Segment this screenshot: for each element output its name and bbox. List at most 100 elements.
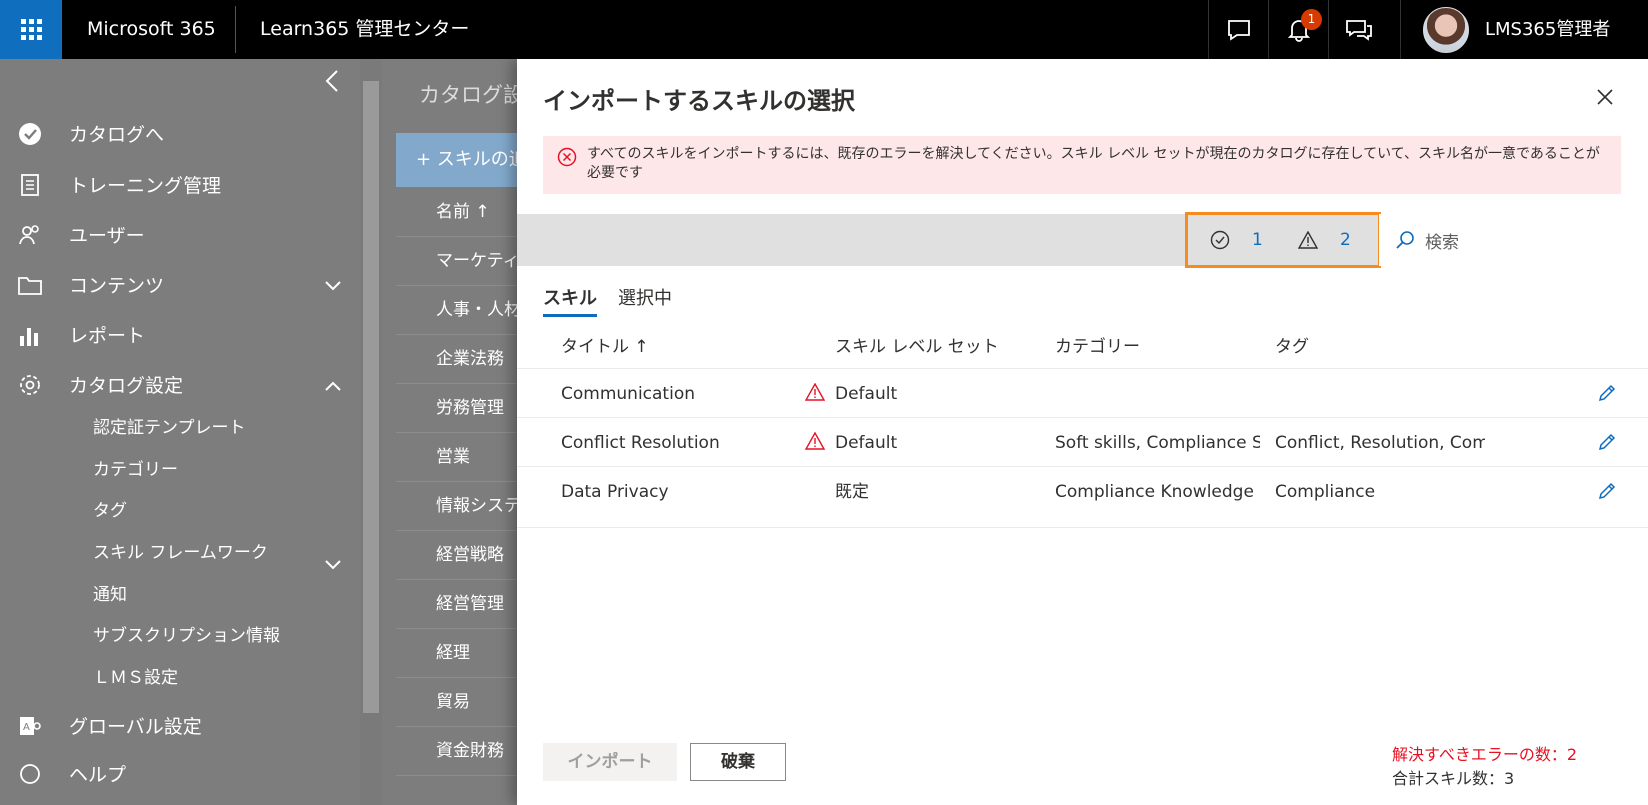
column-header-category[interactable]: カテゴリー	[1055, 325, 1140, 369]
column-header-title[interactable]: タイトル ↑	[561, 325, 649, 369]
avatar	[1423, 7, 1469, 53]
search-box[interactable]: 検索	[1379, 214, 1648, 266]
user-name: LMS365管理者	[1485, 19, 1611, 40]
warning-filter-button[interactable]: 2	[1298, 230, 1351, 250]
list-item[interactable]: 資金財務	[396, 726, 517, 776]
catalog-settings-page: カタログ設定 + スキルの追加 名前 ↑ マーケティング 人事・人材 企業法務 …	[382, 59, 517, 805]
list-item[interactable]: 経営戦略	[396, 530, 517, 580]
list-item[interactable]: マーケティング	[396, 236, 517, 286]
panel-title: インポートするスキルの選択	[543, 87, 855, 115]
table-end-divider	[517, 527, 1648, 528]
close-icon	[1597, 89, 1613, 105]
nav-item-catalog-settings[interactable]: カタログ設定	[0, 364, 360, 404]
nav-item-help[interactable]: ヘルプ	[0, 753, 360, 793]
valid-filter-button[interactable]: 1	[1210, 230, 1263, 250]
valid-count: 1	[1252, 230, 1263, 250]
sub-item-certificate-templates[interactable]: 認定証テンプレート	[93, 413, 246, 438]
table-row[interactable]: Data Privacy 既定 Compliance Knowledge Com…	[517, 466, 1648, 516]
sub-item-notifications[interactable]: 通知	[93, 580, 127, 605]
clipboard-icon	[16, 172, 44, 198]
nav-item-users[interactable]: ユーザー	[0, 214, 360, 254]
pencil-icon	[1598, 384, 1616, 402]
column-header-tags[interactable]: タグ	[1275, 325, 1309, 369]
command-bar: 1 2 検索	[517, 212, 1648, 268]
column-header-name[interactable]: 名前 ↑	[396, 187, 517, 237]
list-item[interactable]: 人事・人材	[396, 285, 517, 335]
search-icon	[1396, 231, 1414, 249]
list-item[interactable]: 企業法務	[396, 334, 517, 384]
svg-text:A: A	[23, 722, 30, 733]
nav-item-label: ヘルプ	[69, 763, 127, 786]
folder-icon	[16, 272, 44, 298]
nav-item-label: グローバル設定	[69, 715, 202, 738]
add-skill-button[interactable]: + スキルの追加	[396, 133, 517, 187]
nav-item-label: コンテンツ	[69, 274, 165, 297]
import-skills-panel: インポートするスキルの選択 すべてのスキルをインポートするには、既存のエラーを解…	[517, 59, 1648, 805]
edit-button[interactable]	[1597, 481, 1617, 505]
skill-title: Conflict Resolution	[561, 433, 720, 453]
warning-icon	[804, 431, 826, 454]
nav-item-global-settings[interactable]: A グローバル設定	[0, 705, 360, 745]
nav-item-label: カタログ設定	[69, 374, 184, 397]
nav-scrollbar[interactable]	[360, 59, 382, 805]
chevron-down-icon	[325, 276, 341, 295]
check-circle-icon	[1210, 230, 1230, 250]
list-item[interactable]: 営業	[396, 432, 517, 482]
list-item[interactable]: 労務管理	[396, 383, 517, 433]
nav-item-training[interactable]: トレーニング管理	[0, 164, 360, 204]
table-row[interactable]: Communication Default	[517, 368, 1648, 418]
discard-button[interactable]: 破棄	[690, 743, 786, 781]
edit-button[interactable]	[1597, 383, 1617, 407]
error-message: すべてのスキルをインポートするには、既存のエラーを解決してください。スキル レベ…	[587, 146, 1600, 181]
app-title[interactable]: Learn365 管理センター	[260, 0, 469, 59]
notification-badge: 1	[1301, 9, 1322, 30]
collapse-nav-button[interactable]	[325, 69, 339, 97]
nav-item-label: ユーザー	[69, 224, 145, 247]
sub-item-lms-settings[interactable]: ＬＭＳ設定	[93, 663, 178, 688]
sub-item-subscription[interactable]: サブスクリプション情報	[93, 621, 280, 646]
import-button[interactable]: インポート	[543, 743, 677, 781]
brand-name[interactable]: Microsoft 365	[87, 0, 216, 59]
chat-button[interactable]	[1208, 0, 1268, 59]
table-row[interactable]: Conflict Resolution Default Soft skills,…	[517, 417, 1648, 467]
nav-item-reports[interactable]: レポート	[0, 314, 360, 354]
skill-level-set: Default	[835, 433, 898, 453]
list-item[interactable]: 経理	[396, 628, 517, 678]
sub-item-skill-framework[interactable]: スキル フレームワーク	[93, 538, 268, 563]
close-button[interactable]	[1597, 89, 1613, 109]
list-item[interactable]: 貿易	[396, 677, 517, 727]
scrollbar-thumb[interactable]	[363, 81, 379, 713]
column-header-level-set[interactable]: スキル レベル セット	[835, 325, 999, 369]
total-skill-count: 合計スキル数：3	[1392, 769, 1515, 788]
nav-item-contents[interactable]: コンテンツ	[0, 264, 360, 304]
error-circle-icon	[557, 147, 577, 171]
edit-button[interactable]	[1597, 432, 1617, 456]
skill-level-set: 既定	[835, 482, 869, 502]
user-menu[interactable]: LMS365管理者	[1400, 0, 1648, 59]
list-item[interactable]: 情報システム	[396, 481, 517, 531]
tab-skills[interactable]: スキル	[543, 281, 597, 317]
nav-item-label: レポート	[69, 324, 146, 347]
sub-item-categories[interactable]: カテゴリー	[93, 455, 178, 480]
feedback-icon	[1345, 19, 1372, 41]
skill-category: Soft skills, Compliance Stra...	[1055, 433, 1260, 453]
tab-selected[interactable]: 選択中	[618, 281, 672, 317]
skill-level-set: Default	[835, 384, 898, 404]
skill-tags: Compliance	[1275, 482, 1376, 502]
left-navigation: カタログへ トレーニング管理 ユーザー コンテンツ レポート カタログ設定 認定…	[0, 59, 360, 805]
error-count: 解決すべきエラーの数：2	[1392, 745, 1578, 764]
chat-icon	[1227, 19, 1250, 41]
error-message-bar: すべてのスキルをインポートするには、既存のエラーを解決してください。スキル レベ…	[543, 136, 1621, 194]
top-bar: Microsoft 365 Learn365 管理センター 1 LMS365管理…	[0, 0, 1648, 59]
chevron-down-icon	[325, 555, 341, 574]
waffle-icon	[20, 19, 42, 40]
nav-item-label: トレーニング管理	[69, 174, 222, 197]
feedback-button[interactable]	[1328, 0, 1388, 59]
list-item[interactable]: 経営管理	[396, 579, 517, 629]
app-launcher-button[interactable]	[0, 0, 62, 59]
chevron-up-icon	[325, 376, 341, 395]
sub-item-tags[interactable]: タグ	[93, 496, 127, 521]
notifications-button[interactable]: 1	[1268, 0, 1328, 59]
nav-item-catalog[interactable]: カタログへ	[0, 113, 360, 153]
page-title: カタログ設定	[419, 83, 517, 107]
